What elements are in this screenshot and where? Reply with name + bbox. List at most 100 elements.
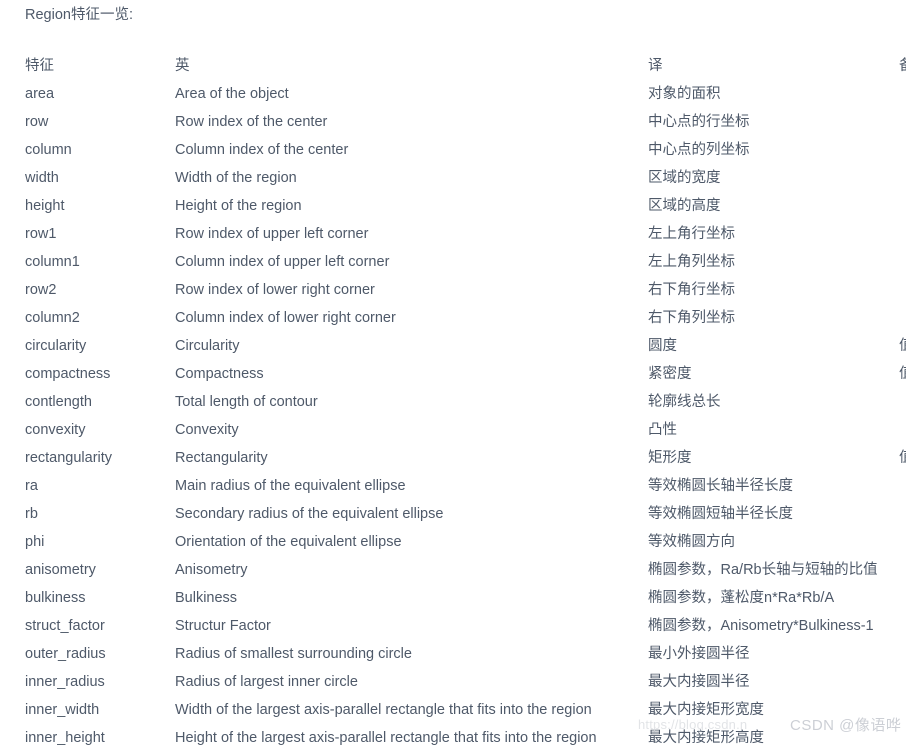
feature-chinese-cell: 左上角行坐标	[648, 226, 735, 242]
feature-english-cell: Width of the largest axis-parallel recta…	[175, 702, 592, 718]
feature-chinese-cell: 等效椭圆方向	[648, 534, 735, 550]
table-row: row2 Row index of lower right corner 右下角行坐…	[0, 276, 906, 304]
feature-chinese-cell: 区域的高度	[648, 198, 721, 214]
feature-chinese-cell: 矩形度	[648, 450, 692, 466]
table-row: phi Orientation of the equivalent ellipse…	[0, 528, 906, 556]
feature-english-cell: Anisometry	[175, 562, 248, 578]
table-body: area Area of the object 对象的面积 row Row index …	[0, 80, 906, 752]
feature-name-cell: anisometry	[25, 562, 96, 578]
feature-extra-cell: 值	[899, 360, 906, 388]
table-row: compactness Compactness 紧密度 值	[0, 360, 906, 388]
feature-name-cell: inner_width	[25, 702, 100, 718]
feature-english-cell: Compactness	[175, 366, 264, 382]
feature-english-cell: Column index of upper left corner	[175, 254, 390, 270]
feature-name-cell: phi	[25, 534, 45, 550]
column-header-feature: 特征	[25, 58, 54, 74]
feature-english-cell: Row index of the center	[175, 114, 328, 130]
feature-chinese-cell: 最大内接矩形高度	[648, 730, 764, 746]
feature-chinese-cell: 椭圆参数，蓬松度n*Ra*Rb/A	[648, 590, 835, 606]
feature-name-cell: inner_radius	[25, 674, 105, 690]
table-row: circularity Circularity 圆度 值	[0, 332, 906, 360]
feature-chinese-cell: 最小外接圆半径	[648, 646, 750, 662]
feature-name-cell: column1	[25, 254, 80, 270]
table-row: contlength Total length of contour 轮廓线总长	[0, 388, 906, 416]
feature-name-cell: height	[25, 198, 65, 214]
table-row: rectangularity Rectangularity 矩形度 值	[0, 444, 906, 472]
feature-name-cell: row1	[25, 226, 57, 242]
feature-english-cell: Rectangularity	[175, 450, 268, 466]
feature-name-cell: bulkiness	[25, 590, 86, 606]
feature-english-cell: Orientation of the equivalent ellipse	[175, 534, 402, 550]
feature-chinese-cell: 等效椭圆短轴半径长度	[648, 506, 793, 522]
feature-english-cell: Bulkiness	[175, 590, 238, 606]
feature-english-cell: Column index of lower right corner	[175, 310, 396, 326]
feature-name-cell: compactness	[25, 366, 111, 382]
feature-english-cell: Radius of smallest surrounding circle	[175, 646, 412, 662]
feature-name-cell: inner_height	[25, 730, 105, 746]
feature-name-cell: circularity	[25, 338, 87, 354]
table-row: bulkiness Bulkiness 椭圆参数，蓬松度n*Ra*Rb/A	[0, 584, 906, 612]
feature-english-cell: Main radius of the equivalent ellipse	[175, 478, 406, 494]
feature-chinese-cell: 右下角行坐标	[648, 282, 735, 298]
feature-name-cell: row	[25, 114, 49, 130]
page-title: Region特征一览:	[25, 7, 133, 23]
feature-english-cell: Convexity	[175, 422, 239, 438]
feature-chinese-cell: 椭圆参数，Anisometry*Bulkiness-1	[648, 618, 874, 634]
feature-english-cell: Circularity	[175, 338, 240, 354]
table-row: inner_radius Radius of largest inner circ…	[0, 668, 906, 696]
feature-english-cell: Area of the object	[175, 86, 289, 102]
feature-name-cell: rectangularity	[25, 450, 113, 466]
feature-name-cell: ra	[25, 478, 38, 494]
feature-chinese-cell: 紧密度	[648, 366, 692, 382]
table-row: column2 Column index of lower right corne…	[0, 304, 906, 332]
feature-name-cell: column	[25, 142, 72, 158]
table-row: convexity Convexity 凸性	[0, 416, 906, 444]
feature-table: 特征 英 译 备 area Area of the object 对象的面积 row R…	[0, 52, 906, 752]
column-header-chinese: 译	[648, 58, 663, 74]
feature-extra-cell: 值	[899, 332, 906, 360]
table-row: rb Secondary radius of the equivalent ell…	[0, 500, 906, 528]
table-row: area Area of the object 对象的面积	[0, 80, 906, 108]
feature-name-cell: rb	[25, 506, 38, 522]
page-root: { "page": { "title": "Region特征一览:", "bac…	[0, 0, 906, 751]
feature-chinese-cell: 最大内接圆半径	[648, 674, 750, 690]
feature-name-cell: row2	[25, 282, 57, 298]
feature-english-cell: Height of the largest axis-parallel rect…	[175, 730, 597, 746]
feature-chinese-cell: 对象的面积	[648, 86, 721, 102]
feature-chinese-cell: 圆度	[648, 338, 677, 354]
feature-name-cell: struct_factor	[25, 618, 105, 634]
feature-extra-cell: 值	[899, 444, 906, 472]
column-header-extra: 备	[899, 52, 906, 80]
feature-name-cell: outer_radius	[25, 646, 106, 662]
feature-chinese-cell: 区域的宽度	[648, 170, 721, 186]
feature-chinese-cell: 轮廓线总长	[648, 394, 721, 410]
table-row: width Width of the region 区域的宽度	[0, 164, 906, 192]
feature-english-cell: Height of the region	[175, 198, 302, 214]
table-row: height Height of the region 区域的高度	[0, 192, 906, 220]
feature-english-cell: Structur Factor	[175, 618, 271, 634]
table-row: outer_radius Radius of smallest surroundi…	[0, 640, 906, 668]
feature-name-cell: column2	[25, 310, 80, 326]
table-row: inner_width Width of the largest axis-par…	[0, 696, 906, 724]
feature-english-cell: Secondary radius of the equivalent ellip…	[175, 506, 444, 522]
feature-chinese-cell: 最大内接矩形宽度	[648, 702, 764, 718]
table-row: column Column index of the center 中心点的列坐标	[0, 136, 906, 164]
feature-chinese-cell: 左上角列坐标	[648, 254, 735, 270]
column-header-english: 英	[175, 58, 190, 74]
table-row: anisometry Anisometry 椭圆参数，Ra/Rb长轴与短轴的比值	[0, 556, 906, 584]
table-row: row1 Row index of upper left corner 左上角行坐标	[0, 220, 906, 248]
feature-name-cell: area	[25, 86, 55, 102]
feature-name-cell: convexity	[25, 422, 86, 438]
feature-name-cell: width	[25, 170, 59, 186]
feature-english-cell: Column index of the center	[175, 142, 349, 158]
feature-chinese-cell: 中心点的行坐标	[648, 114, 750, 130]
table-row: ra Main radius of the equivalent ellipse 等…	[0, 472, 906, 500]
table-row: inner_height Height of the largest axis-p…	[0, 724, 906, 752]
table-row: struct_factor Structur Factor 椭圆参数，Anisome…	[0, 612, 906, 640]
feature-english-cell: Row index of lower right corner	[175, 282, 375, 298]
feature-english-cell: Row index of upper left corner	[175, 226, 369, 242]
feature-chinese-cell: 凸性	[648, 422, 677, 438]
feature-english-cell: Radius of largest inner circle	[175, 674, 358, 690]
feature-chinese-cell: 中心点的列坐标	[648, 142, 750, 158]
table-header-row: 特征 英 译 备	[0, 52, 906, 80]
